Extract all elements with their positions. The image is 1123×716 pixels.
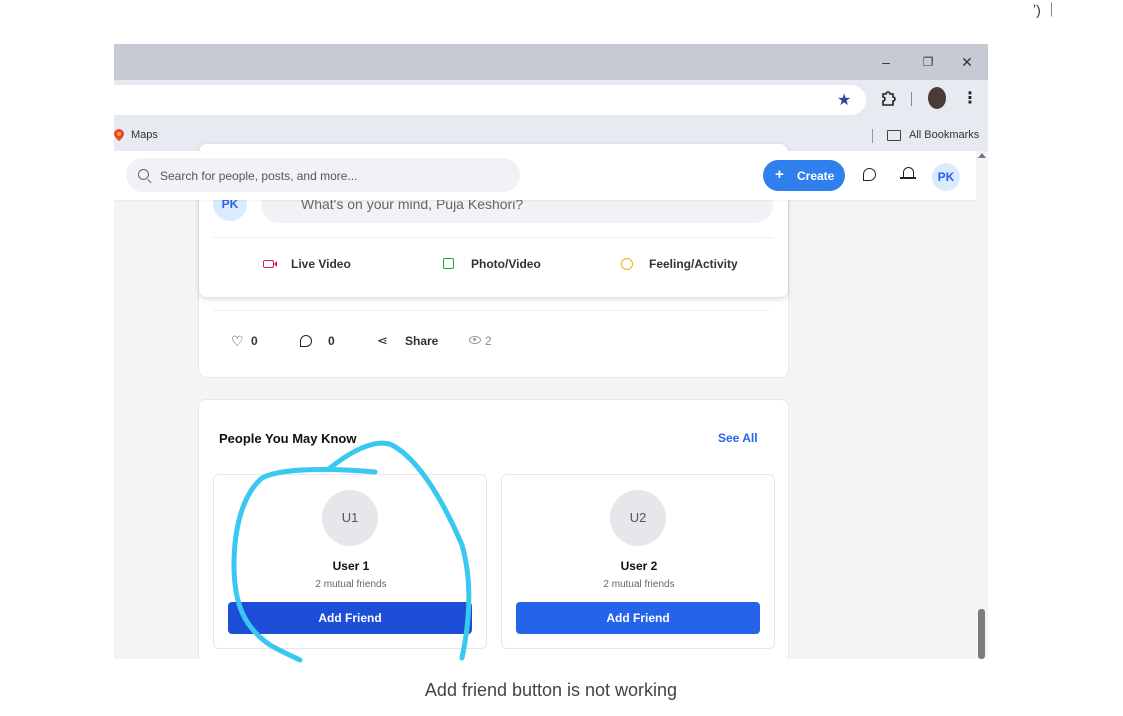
annotation-scribble — [231, 440, 472, 663]
screenshot-page: ʼ) ｜ – ❐ ✕ ★ ⋮ Maps All Bookmarks Search… — [0, 0, 1123, 716]
